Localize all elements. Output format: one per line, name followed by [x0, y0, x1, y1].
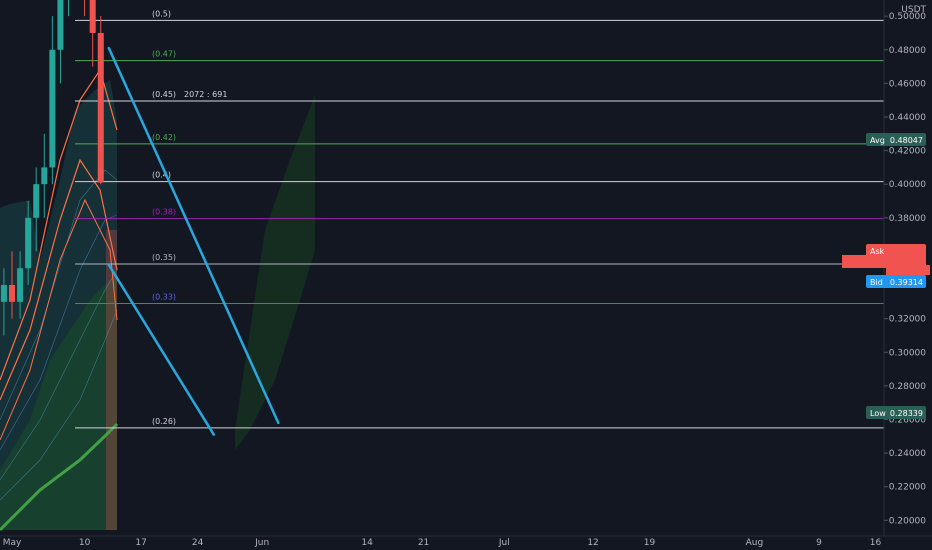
fib-level-label: (0.45) — [152, 90, 176, 99]
candle-body — [89, 0, 96, 33]
measure-annotation: 2072 : 691 — [184, 90, 227, 99]
x-tick-label: 17 — [135, 538, 146, 548]
candle-body — [17, 268, 24, 302]
x-tick-label: Jul — [498, 538, 510, 548]
last-price-extension — [842, 255, 886, 268]
countdown-box — [886, 265, 930, 275]
price-chart[interactable]: (0.5)(0.47)(0.45)(0.42)(0.4)(0.38)(0.35)… — [0, 0, 932, 550]
y-tick-label: 0.32000 — [889, 315, 926, 325]
price-tag-value: 0.28339 — [890, 409, 923, 418]
price-tag-label: Low — [870, 409, 886, 418]
candle-body — [33, 184, 40, 218]
price-tag: Bid 0.39314 — [866, 275, 926, 288]
quote-currency: USDT — [901, 5, 926, 15]
candle-body — [0, 285, 7, 302]
y-tick-label: 0.38000 — [889, 214, 926, 224]
x-tick-label: May — [3, 538, 22, 548]
x-tick-label: 16 — [870, 538, 882, 548]
y-tick-label: 0.46000 — [889, 79, 926, 89]
y-tick-label: 0.44000 — [889, 113, 926, 123]
fib-level-label: (0.26) — [152, 417, 176, 426]
fib-level-label: (0.33) — [152, 293, 176, 302]
x-tick-label: 9 — [816, 538, 822, 548]
candle-body — [57, 0, 64, 50]
price-tag: Low 0.28339 — [866, 406, 926, 419]
candle-body — [9, 285, 15, 302]
x-tick-label: 14 — [361, 538, 373, 548]
y-tick-label: 0.40000 — [889, 180, 926, 190]
fib-level-label: (0.35) — [152, 253, 176, 262]
price-tag-label: Ask — [870, 247, 885, 256]
price-tag-value: 0.48047 — [890, 136, 923, 145]
price-tag: Avg 0.48047 — [866, 133, 926, 146]
price-tag-value: 0.39314 — [890, 278, 923, 287]
fib-level-label: (0.38) — [152, 208, 176, 217]
x-tick-label: 21 — [418, 538, 429, 548]
x-tick-label: 10 — [79, 538, 91, 548]
price-tag-label: Avg — [870, 136, 885, 145]
fib-level-label: (0.42) — [152, 133, 176, 142]
x-tick-label: Aug — [746, 538, 764, 548]
y-tick-label: 0.48000 — [889, 46, 926, 56]
y-tick-label: 0.24000 — [889, 449, 926, 459]
x-tick-label: Jun — [254, 538, 269, 548]
fib-level-label: (0.5) — [152, 9, 171, 18]
candle-body — [97, 32, 104, 183]
y-tick-label: 0.20000 — [889, 516, 926, 526]
y-tick-label: 0.30000 — [889, 348, 926, 358]
chart-background — [0, 0, 932, 550]
price-tag-label: Bid — [870, 278, 883, 287]
y-tick-label: 0.22000 — [889, 483, 926, 493]
x-tick-label: 24 — [192, 538, 204, 548]
x-tick-label: 19 — [644, 538, 656, 548]
x-tick-label: 12 — [587, 538, 598, 548]
y-tick-label: 0.28000 — [889, 382, 926, 392]
fib-level-label: (0.47) — [152, 50, 176, 59]
y-tick-label: 0.42000 — [889, 147, 926, 157]
candle-body — [41, 167, 48, 185]
candle-body — [49, 49, 56, 168]
candle-body — [25, 217, 32, 269]
